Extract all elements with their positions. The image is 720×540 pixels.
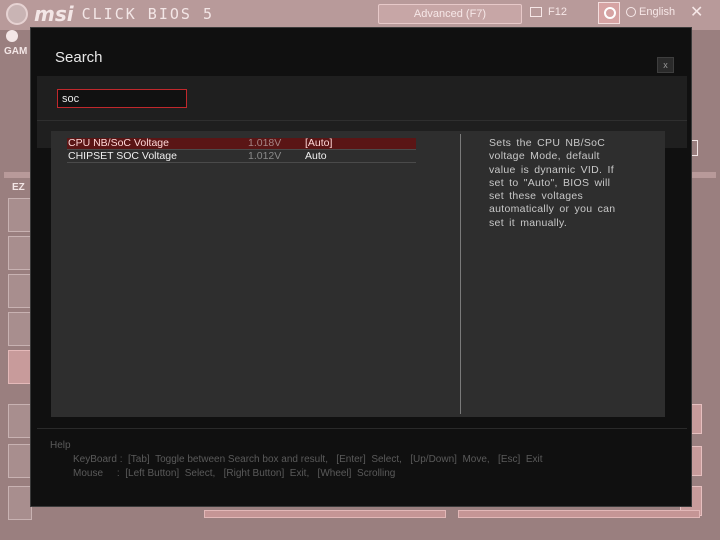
globe-icon (626, 7, 636, 17)
brand-name: msi (34, 2, 74, 26)
sidebar-item-help[interactable] (8, 350, 32, 384)
sidebar-item-extra-1[interactable] (8, 404, 32, 438)
result-voltage: 1.018V (248, 137, 282, 149)
sidebar-item-memory[interactable] (8, 236, 32, 270)
result-row[interactable]: CHIPSET SOC Voltage 1.012V Auto (67, 151, 416, 163)
search-icon[interactable] (598, 2, 620, 24)
dialog-close-button[interactable]: x (657, 57, 674, 73)
advanced-mode-button[interactable]: Advanced (F7) (378, 4, 522, 24)
product-name: CLICK BIOS 5 (81, 5, 214, 23)
result-setting: [Auto] (305, 137, 333, 149)
panel-separator (460, 134, 461, 414)
result-voltage: 1.012V (248, 150, 282, 162)
clock-icon (6, 30, 18, 42)
f12-label: F12 (548, 6, 567, 18)
game-boost-label: GAM (4, 46, 28, 57)
mouse-help: Mouse : [Left Button] Select, [Right But… (73, 468, 396, 479)
sidebar-item-extra-3[interactable] (8, 486, 32, 520)
sidebar-item-fan[interactable] (8, 312, 32, 346)
language-button[interactable]: English (626, 6, 675, 18)
f12-screenshot-button[interactable]: F12 (530, 6, 567, 18)
sidebar-item-extra-2[interactable] (8, 444, 32, 478)
result-name: CHIPSET SOC Voltage (68, 150, 177, 162)
footer-divider (37, 428, 687, 429)
sidebar-item-storage[interactable] (8, 274, 32, 308)
dialog-title: Search (55, 49, 103, 66)
sidebar-item-cpu[interactable] (8, 198, 32, 232)
help-label: Help (50, 440, 71, 451)
search-divider (37, 120, 687, 121)
language-label: English (639, 6, 676, 18)
ez-mode-label: EZ (12, 182, 25, 193)
help-description: Sets the CPU NB/SoC voltage Mode, defaul… (489, 137, 616, 229)
msi-dragon-icon (6, 3, 28, 25)
bios-logo: msi CLICK BIOS 5 (6, 2, 214, 26)
search-dialog: Search x CPU NB/SoC Voltage 1.018V [Auto… (30, 27, 692, 507)
result-setting: Auto (305, 150, 327, 162)
bottom-tile-2[interactable] (458, 510, 700, 518)
result-name: CPU NB/SoC Voltage (68, 137, 169, 149)
bios-close-icon[interactable]: ✕ (690, 2, 703, 22)
search-input[interactable] (57, 89, 187, 108)
keyboard-help: KeyBoard : [Tab] Toggle between Search b… (73, 454, 543, 465)
result-row[interactable]: CPU NB/SoC Voltage 1.018V [Auto] (67, 138, 416, 150)
bottom-tile-1[interactable] (204, 510, 446, 518)
screenshot-icon (530, 7, 542, 17)
results-panel: CPU NB/SoC Voltage 1.018V [Auto] CHIPSET… (51, 131, 665, 417)
